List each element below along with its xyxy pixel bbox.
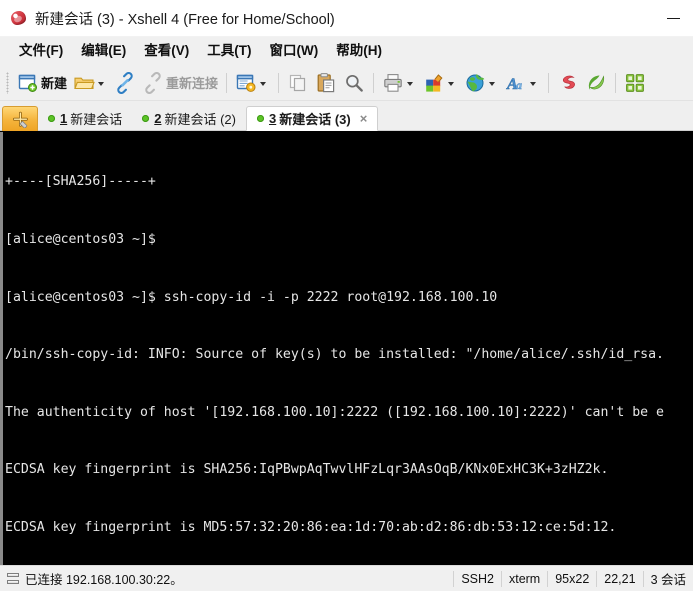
xftp-logo-icon: [588, 74, 605, 90]
connection-icon: [7, 573, 20, 584]
minimize-icon: [666, 17, 680, 19]
svg-text:a: a: [516, 78, 522, 92]
xshell-button[interactable]: [554, 69, 582, 97]
status-connection-text: 已连接 192.168.100.30:22。: [25, 573, 183, 587]
terminal-left-margin: [0, 132, 3, 565]
new-tab-button[interactable]: [2, 106, 38, 131]
toolbar-separator-5: [615, 72, 617, 93]
folder-open-icon: [74, 77, 95, 89]
window-title: 新建会话 (3) - Xshell 4 (Free for Home/Schoo…: [35, 11, 335, 28]
xshell-logo-icon: [562, 75, 575, 89]
tab-session-2[interactable]: 2 新建会话 (2): [132, 106, 246, 131]
minimize-button[interactable]: [653, 1, 693, 35]
menu-help[interactable]: 帮助(H): [327, 41, 391, 62]
paste-button[interactable]: [312, 69, 340, 97]
connect-button[interactable]: [111, 69, 139, 97]
status-term-type: xterm: [508, 571, 541, 586]
magnifier-icon: [346, 74, 363, 92]
new-tab-icon: [12, 111, 28, 128]
tab-label: 新建会话: [70, 112, 123, 127]
terminal-line: ECDSA key fingerprint is SHA256:IqPBwpAq…: [5, 462, 609, 478]
appearance-button[interactable]: [420, 69, 461, 97]
reconnect-label: 重新连接: [166, 76, 219, 91]
terminal-line: [alice@centos03 ~]$: [5, 232, 156, 247]
toolbar-grip[interactable]: [6, 71, 9, 94]
window-properties-icon: [236, 74, 256, 92]
new-window-icon: [18, 74, 37, 92]
xshell-logo-icon: [9, 8, 29, 28]
print-button[interactable]: [379, 69, 420, 97]
font-letter-icon: A a: [506, 75, 522, 93]
copy-icon: [289, 74, 306, 91]
menu-window[interactable]: 窗口(W): [261, 41, 328, 62]
tab-status-dot-icon: [48, 115, 55, 122]
status-protocol: SSH2: [461, 571, 494, 586]
tab-index: 1: [60, 111, 68, 126]
printer-icon: [384, 73, 402, 92]
disconnect-button: 重新连接: [139, 69, 221, 97]
tab-index: 3: [269, 111, 277, 126]
terminal-line: The authenticity of host '[192.168.100.1…: [5, 404, 664, 420]
tab-label: 新建会话 (2): [164, 112, 236, 127]
status-connection: 已连接 192.168.100.30:22。: [0, 568, 190, 590]
toolbar: 新建 重新连接 A a: [0, 65, 693, 101]
tab-status-dot-icon: [142, 115, 150, 122]
find-button[interactable]: [340, 69, 368, 97]
web-dropdown-caret[interactable]: [489, 81, 496, 86]
xftp-button[interactable]: [582, 69, 610, 97]
tile-windows-icon: [626, 73, 644, 92]
menu-file[interactable]: 文件(F): [10, 41, 72, 62]
globe-icon: [466, 73, 485, 91]
toolbar-separator-3: [373, 72, 375, 93]
menu-tools[interactable]: 工具(T): [198, 41, 260, 62]
appearance-dropdown-caret[interactable]: [448, 81, 455, 86]
color-palette-icon: [426, 73, 443, 92]
status-bar: 已连接 192.168.100.30:22。 SSH2 xterm 95x22 …: [0, 565, 693, 591]
terminal-line: ECDSA key fingerprint is MD5:57:32:20:86…: [5, 519, 617, 535]
menu-bar: 文件(F) 编辑(E) 查看(V) 工具(T) 窗口(W) 帮助(H): [0, 37, 693, 65]
menu-edit[interactable]: 编辑(E): [72, 41, 135, 62]
web-button[interactable]: [461, 69, 502, 97]
status-cursor-position: 22,21: [604, 571, 636, 586]
terminal-area[interactable]: +----[SHA256]-----+ [alice@centos03 ~]$ …: [0, 131, 693, 565]
tab-label: 新建会话 (3): [279, 112, 351, 127]
new-session-label: 新建: [41, 76, 68, 91]
tab-bar: 1 新建会话 2 新建会话 (2) 3 新建会话 (3) ×: [0, 101, 693, 131]
xshell-window: 新建会话 (3) - Xshell 4 (Free for Home/Schoo…: [0, 0, 693, 591]
toolbar-separator-4: [548, 72, 550, 93]
arrange-windows-button[interactable]: [621, 69, 649, 97]
font-dropdown-caret[interactable]: [530, 81, 537, 86]
status-size: 95x22: [555, 571, 590, 586]
terminal-line: /bin/ssh-copy-id: INFO: Source of key(s)…: [5, 347, 664, 363]
open-session-dropdown-caret[interactable]: [98, 81, 105, 86]
session-properties-dropdown-caret[interactable]: [260, 81, 267, 86]
tab-index: 2: [154, 111, 162, 126]
new-session-button[interactable]: 新建: [14, 69, 70, 97]
open-session-button[interactable]: [70, 69, 111, 97]
session-properties-button[interactable]: [232, 69, 273, 97]
tab-close-icon[interactable]: ×: [360, 112, 368, 125]
terminal-screen[interactable]: +----[SHA256]-----+ [alice@centos03 ~]$ …: [5, 134, 693, 565]
terminal-line: +----[SHA256]-----+: [5, 174, 156, 190]
toolbar-separator-1: [226, 72, 228, 93]
print-dropdown-caret[interactable]: [407, 81, 414, 86]
link-connect-icon: [117, 71, 133, 94]
font-button[interactable]: A a: [502, 69, 543, 97]
menu-view[interactable]: 查看(V): [135, 41, 198, 62]
clipboard-paste-icon: [317, 72, 335, 92]
tab-session-3[interactable]: 3 新建会话 (3) ×: [246, 106, 379, 131]
tab-status-dot-icon: [257, 115, 264, 122]
tab-session-1[interactable]: 1 新建会话: [38, 106, 132, 131]
copy-button: [284, 69, 312, 97]
status-session-count: 3 会话: [650, 573, 686, 587]
terminal-line: [alice@centos03 ~]$ ssh-copy-id -i -p 22…: [5, 289, 498, 305]
toolbar-separator-2: [278, 72, 280, 93]
title-bar: 新建会话 (3) - Xshell 4 (Free for Home/Schoo…: [0, 0, 693, 37]
link-broken-icon: [145, 71, 161, 94]
